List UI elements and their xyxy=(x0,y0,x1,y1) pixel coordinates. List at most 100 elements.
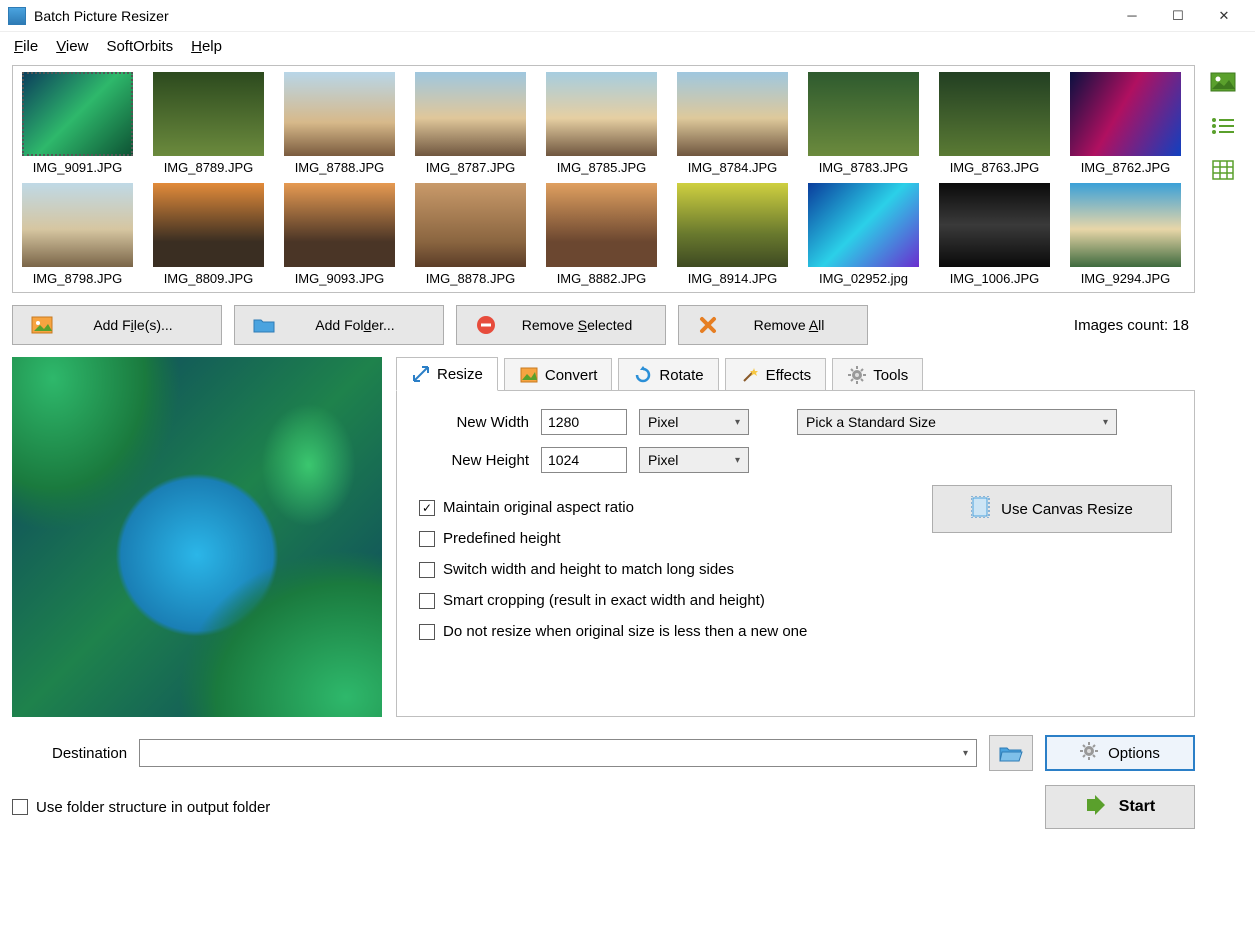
thumbnail-item[interactable]: IMG_8788.JPG xyxy=(281,72,398,175)
thumbnail-item[interactable]: IMG_8784.JPG xyxy=(674,72,791,175)
use-folder-structure-checkbox[interactable]: Use folder structure in output folder xyxy=(12,799,270,816)
thumbnail-label: IMG_8914.JPG xyxy=(688,271,778,286)
tab-rotate[interactable]: Rotate xyxy=(618,358,718,391)
chevron-down-icon: ▾ xyxy=(1103,417,1108,428)
convert-icon xyxy=(519,365,539,385)
checkbox-icon xyxy=(419,562,435,578)
thumbnail-item[interactable]: IMG_9091.JPG xyxy=(19,72,136,175)
chevron-down-icon: ▾ xyxy=(735,455,740,466)
add-files-button[interactable]: Add File(s)... xyxy=(12,305,222,345)
thumbnail-image xyxy=(677,72,788,156)
tab-resize[interactable]: Resize xyxy=(396,357,498,391)
standard-size-select[interactable]: Pick a Standard Size▾ xyxy=(797,409,1117,435)
thumbnail-label: IMG_8762.JPG xyxy=(1081,160,1171,175)
new-width-label: New Width xyxy=(419,414,529,431)
thumbnail-label: IMG_02952.jpg xyxy=(819,271,908,286)
minimize-button[interactable]: ─ xyxy=(1109,0,1155,32)
menu-view[interactable]: View xyxy=(56,38,88,55)
thumbnail-item[interactable]: IMG_9093.JPG xyxy=(281,183,398,286)
thumbnail-item[interactable]: IMG_8787.JPG xyxy=(412,72,529,175)
thumbnail-item[interactable]: IMG_8783.JPG xyxy=(805,72,922,175)
thumbnail-image xyxy=(546,183,657,267)
folder-open-icon xyxy=(999,743,1023,763)
tab-effects[interactable]: Effects xyxy=(725,358,827,391)
resize-icon xyxy=(411,364,431,384)
predefined-height-checkbox[interactable]: Predefined height xyxy=(419,530,932,547)
thumbnail-item[interactable]: IMG_8878.JPG xyxy=(412,183,529,286)
thumbnail-label: IMG_8878.JPG xyxy=(426,271,516,286)
destination-combo[interactable]: ▾ xyxy=(139,739,977,767)
thumbnail-image xyxy=(153,183,264,267)
thumbnail-item[interactable]: IMG_8763.JPG xyxy=(936,72,1053,175)
remove-all-label: Remove All xyxy=(729,317,849,333)
options-button[interactable]: Options xyxy=(1045,735,1195,771)
thumbnail-label: IMG_8809.JPG xyxy=(164,271,254,286)
remove-icon xyxy=(475,316,497,334)
thumbnail-image xyxy=(939,183,1050,267)
file-toolbar: Add File(s)... Add Folder... Remove Sele… xyxy=(12,305,1195,345)
no-resize-smaller-checkbox[interactable]: Do not resize when original size is less… xyxy=(419,623,932,640)
thumbnail-item[interactable]: IMG_8914.JPG xyxy=(674,183,791,286)
add-folder-button[interactable]: Add Folder... xyxy=(234,305,444,345)
height-unit-select[interactable]: Pixel▾ xyxy=(639,447,749,473)
resize-panel: New Width Pixel▾ New Height Pixel xyxy=(396,390,1195,717)
canvas-icon xyxy=(971,496,991,522)
maximize-button[interactable]: ☐ xyxy=(1155,0,1201,32)
thumbnail-item[interactable]: IMG_8789.JPG xyxy=(150,72,267,175)
width-unit-select[interactable]: Pixel▾ xyxy=(639,409,749,435)
browse-folder-button[interactable] xyxy=(989,735,1033,771)
thumbnail-image xyxy=(22,183,133,267)
thumbnail-item[interactable]: IMG_1006.JPG xyxy=(936,183,1053,286)
thumbnail-item[interactable]: IMG_9294.JPG xyxy=(1067,183,1184,286)
maintain-aspect-checkbox[interactable]: ✓ Maintain original aspect ratio xyxy=(419,499,932,516)
view-grid-icon[interactable] xyxy=(1209,159,1237,181)
thumbnail-item[interactable]: IMG_8882.JPG xyxy=(543,183,660,286)
folder-icon xyxy=(253,316,275,334)
tools-icon xyxy=(847,365,867,385)
add-folder-label: Add Folder... xyxy=(285,317,425,333)
preview-image xyxy=(12,357,382,717)
start-button[interactable]: Start xyxy=(1045,785,1195,829)
switch-wh-checkbox[interactable]: Switch width and height to match long si… xyxy=(419,561,932,578)
remove-selected-button[interactable]: Remove Selected xyxy=(456,305,666,345)
images-count: Images count: 18 xyxy=(1074,317,1195,334)
thumbnail-item[interactable]: IMG_8785.JPG xyxy=(543,72,660,175)
smart-cropping-checkbox[interactable]: Smart cropping (result in exact width an… xyxy=(419,592,932,609)
play-icon xyxy=(1085,795,1107,820)
effects-icon xyxy=(740,365,760,385)
view-list-icon[interactable] xyxy=(1209,115,1237,137)
thumbnail-image xyxy=(415,72,526,156)
thumbnail-label: IMG_8763.JPG xyxy=(950,160,1040,175)
thumbnail-image xyxy=(546,72,657,156)
thumbnail-label: IMG_8784.JPG xyxy=(688,160,778,175)
thumbnail-label: IMG_9294.JPG xyxy=(1081,271,1171,286)
chevron-down-icon: ▾ xyxy=(963,748,968,759)
thumbnail-image xyxy=(1070,183,1181,267)
close-button[interactable]: ✕ xyxy=(1201,0,1247,32)
thumbnail-item[interactable]: IMG_8762.JPG xyxy=(1067,72,1184,175)
menu-help[interactable]: Help xyxy=(191,38,222,55)
view-mode-icons xyxy=(1203,65,1243,829)
new-width-input[interactable] xyxy=(541,409,627,435)
remove-selected-label: Remove Selected xyxy=(507,317,647,333)
menu-softorbits[interactable]: SoftOrbits xyxy=(106,38,173,55)
tab-convert[interactable]: Convert xyxy=(504,358,613,391)
tab-tools[interactable]: Tools xyxy=(832,358,923,391)
chevron-down-icon: ▾ xyxy=(735,417,740,428)
thumbnail-item[interactable]: IMG_8809.JPG xyxy=(150,183,267,286)
titlebar: Batch Picture Resizer ─ ☐ ✕ xyxy=(0,0,1255,32)
new-height-input[interactable] xyxy=(541,447,627,473)
canvas-resize-button[interactable]: Use Canvas Resize xyxy=(932,485,1172,533)
thumbnail-label: IMG_8789.JPG xyxy=(164,160,254,175)
thumbnail-label: IMG_9091.JPG xyxy=(33,160,123,175)
checkbox-icon xyxy=(419,531,435,547)
thumbnail-panel: IMG_9091.JPG IMG_8789.JPG IMG_8788.JPG IMG_… xyxy=(12,65,1195,293)
thumbnail-item[interactable]: IMG_8798.JPG xyxy=(19,183,136,286)
thumbnail-label: IMG_8882.JPG xyxy=(557,271,647,286)
menu-file[interactable]: File xyxy=(14,38,38,55)
remove-all-button[interactable]: Remove All xyxy=(678,305,868,345)
image-icon xyxy=(31,316,53,334)
view-thumbnails-icon[interactable] xyxy=(1209,71,1237,93)
thumbnail-label: IMG_8788.JPG xyxy=(295,160,385,175)
thumbnail-item[interactable]: IMG_02952.jpg xyxy=(805,183,922,286)
